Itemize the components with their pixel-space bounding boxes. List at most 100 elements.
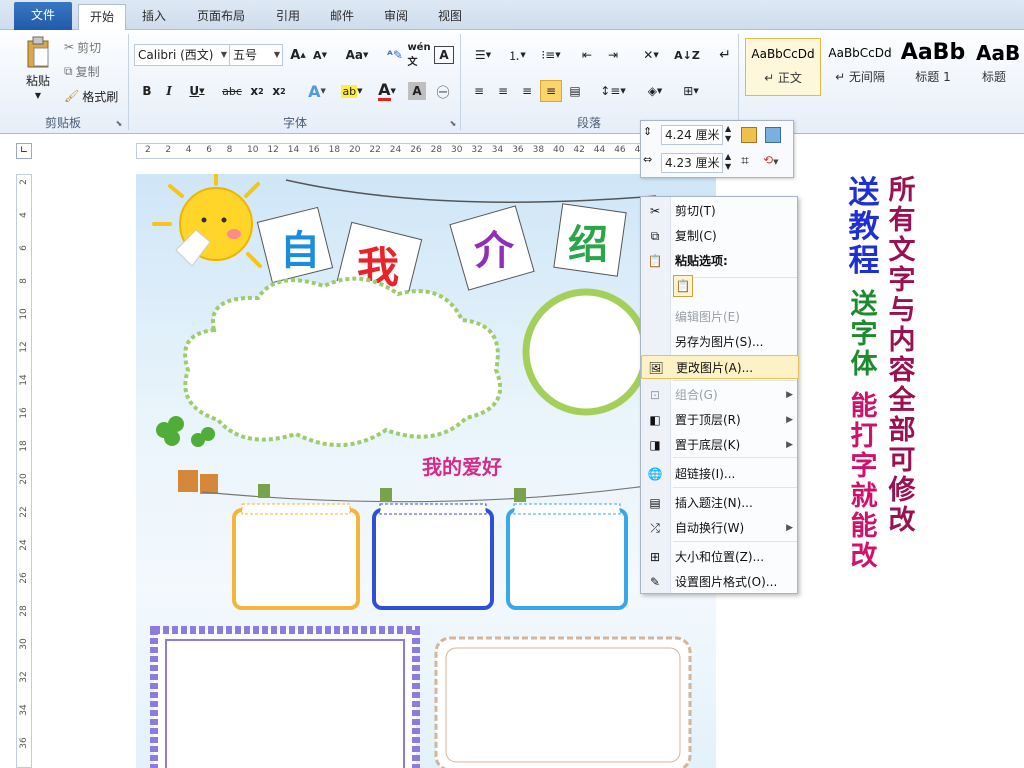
tab-mailings[interactable]: 邮件 xyxy=(322,4,362,30)
paste-icon[interactable] xyxy=(18,34,58,70)
menu-item[interactable]: 🌐 超链接(I)... xyxy=(641,462,799,486)
document-page[interactable]: 自 我 介 绍 我的爱好 xyxy=(136,174,716,768)
change-picture-icon: 🖼 xyxy=(648,361,664,375)
menu-item-label: 另存为图片(S)... xyxy=(675,335,764,349)
phonetic-guide-icon[interactable]: wén 文 xyxy=(407,42,430,68)
format-painter-button[interactable]: 🖌 格式刷 xyxy=(64,87,126,105)
menu-item[interactable]: ◧ 置于顶层(R) ▶ xyxy=(641,408,799,432)
tab-references[interactable]: 引用 xyxy=(268,4,308,30)
subscript-icon[interactable]: x2 xyxy=(248,80,266,102)
width-spinner-icon[interactable]: ▲ ▼ xyxy=(725,152,735,172)
align-left-icon[interactable]: ≡ xyxy=(468,80,490,102)
cut-button[interactable]: ✂ 剪切 xyxy=(64,38,124,56)
promo-font: 送字体 xyxy=(850,289,878,380)
numbering-icon[interactable]: ⒈ ▼ xyxy=(502,44,532,66)
text-effects-icon[interactable]: A ▼ xyxy=(302,80,332,102)
multilevel-list-icon[interactable]: ⁝≡ ▼ xyxy=(536,44,566,66)
character-shading-icon[interactable]: A xyxy=(408,82,426,100)
decrease-indent-icon[interactable]: ⇤ xyxy=(576,44,598,66)
superscript-icon[interactable]: x2 xyxy=(270,80,288,102)
style-title[interactable]: AaB 标题 xyxy=(970,38,1024,96)
tab-insert[interactable]: 插入 xyxy=(134,4,174,30)
bring-forward-icon[interactable] xyxy=(741,127,757,143)
hobby-frame-3 xyxy=(506,488,628,610)
menu-item[interactable]: 另存为图片(S)... xyxy=(641,330,799,354)
increase-indent-icon[interactable]: ⇥ xyxy=(602,44,624,66)
height-field[interactable]: 4.24 厘米 xyxy=(661,125,723,145)
style-no-spacing[interactable]: AaBbCcDd ↵ 无间隔 xyxy=(822,38,898,96)
tab-selector-icon[interactable]: ∟ xyxy=(16,143,32,159)
menu-item[interactable]: ⧉ 复制(C) xyxy=(641,224,799,248)
align-center-icon[interactable]: ≡ xyxy=(492,80,514,102)
tab-home[interactable]: 开始 xyxy=(78,4,126,31)
menu-item[interactable]: ⤮ 自动换行(W) ▶ xyxy=(641,516,799,540)
copy-button[interactable]: ⧉ 复制 xyxy=(64,62,124,80)
highlight-icon[interactable]: ab ▼ xyxy=(336,80,368,102)
menu-item[interactable]: ✎ 设置图片格式(O)... xyxy=(641,570,799,594)
format-picture-icon: ✎ xyxy=(649,575,661,589)
chinese-layout-icon[interactable]: ✕ ▼ xyxy=(636,44,666,66)
height-spinner-icon[interactable]: ▲ ▼ xyxy=(725,124,735,144)
font-color-icon[interactable]: A ▼ xyxy=(372,80,402,102)
italic-icon[interactable]: I xyxy=(160,80,178,102)
menu-item[interactable]: ⊞ 大小和位置(Z)... xyxy=(641,545,799,569)
ruler-tick-label: 34 xyxy=(19,704,29,716)
justify-icon[interactable]: ≡ xyxy=(540,80,562,102)
strikethrough-icon[interactable]: abc xyxy=(220,80,244,102)
distributed-icon[interactable]: ▤ xyxy=(564,80,586,102)
grow-font-icon[interactable]: A ▲ xyxy=(288,44,308,66)
menu-item-label: 剪切(T) xyxy=(675,204,716,218)
send-back-icon: ◨ xyxy=(649,438,661,452)
font-size-combo[interactable]: 五号 ▼ xyxy=(229,44,283,66)
menu-item[interactable]: 📋 粘贴选项: xyxy=(641,249,799,273)
shading-icon[interactable]: ◈ ▼ xyxy=(640,80,670,102)
hobby-title: 我的爱好 xyxy=(422,455,502,479)
crop-icon[interactable]: ⌗ xyxy=(741,153,759,171)
ruler-tick-label: 34 xyxy=(491,145,504,155)
clear-format-icon[interactable]: ᴬ✎ xyxy=(384,44,406,66)
bullets-icon[interactable]: ☰ ▼ xyxy=(468,44,498,66)
menu-item[interactable]: ▤ 插入题注(N)... xyxy=(641,491,799,515)
vertical-ruler[interactable]: 2 4 6 8 10 12 14 16 18 20 22 24 26 28 30 32 34 36 xyxy=(16,174,32,768)
font-launcher-icon[interactable]: ⬊ xyxy=(448,118,458,128)
style-normal[interactable]: AaBbCcDd ↵ 正文 xyxy=(745,38,821,96)
tab-file[interactable]: 文件 xyxy=(14,2,72,30)
menu-item-label: 粘贴选项: xyxy=(675,254,728,268)
page-artwork: 自 我 介 绍 我的爱好 xyxy=(150,174,692,768)
promo-editable: 能打字就能改 xyxy=(850,391,878,572)
sort-icon[interactable]: A↓Z xyxy=(674,44,700,66)
enclose-character-icon[interactable]: ㊀ xyxy=(432,80,454,102)
shrink-font-icon[interactable]: A ▼ xyxy=(310,44,330,66)
style-preview: AaBbCcDd xyxy=(828,46,892,60)
align-right-icon[interactable]: ≡ xyxy=(516,80,538,102)
paste-keep-format-icon[interactable]: 📋 xyxy=(673,275,693,297)
style-heading1[interactable]: AaBb 标题 1 xyxy=(898,38,968,96)
change-case-icon[interactable]: Aa ▼ xyxy=(342,44,372,66)
show-marks-icon[interactable]: ↵ xyxy=(714,44,736,66)
ruler-tick-label: 2 xyxy=(145,145,151,155)
width-field[interactable]: 4.23 厘米 xyxy=(661,153,723,173)
send-backward-icon[interactable] xyxy=(765,127,781,143)
borders-icon[interactable]: ⊞ ▼ xyxy=(676,80,706,102)
character-border-icon[interactable]: A xyxy=(434,46,454,64)
horizontal-ruler[interactable]: 2 2 4 6 8 10 12 14 16 18 20 22 24 26 28 30 32 34 36 38 40 42 4… xyxy=(136,143,704,159)
menu-item[interactable]: ✂ 剪切(T) xyxy=(641,199,799,223)
tab-review[interactable]: 审阅 xyxy=(376,4,416,30)
bold-icon[interactable]: B xyxy=(138,80,156,102)
cloud-frame xyxy=(183,276,503,447)
underline-icon[interactable]: U ▼ xyxy=(182,80,212,102)
tab-page-layout[interactable]: 页面布局 xyxy=(186,4,256,30)
paste-button[interactable]: 粘贴 xyxy=(18,72,58,88)
title-card-4: 绍 xyxy=(553,203,627,277)
menu-item[interactable]: 🖼 更改图片(A)... xyxy=(641,355,799,379)
clipboard-launcher-icon[interactable]: ⬊ xyxy=(114,118,124,128)
line-spacing-icon[interactable]: ↕≡ ▼ xyxy=(598,80,628,102)
menu-item[interactable]: ◨ 置于底层(K) ▶ xyxy=(641,433,799,457)
paste-dropdown-icon[interactable]: ▼ xyxy=(30,90,46,100)
sun-illustration xyxy=(152,174,276,268)
font-name-combo[interactable]: Calibri (西文) ▼ xyxy=(134,44,230,66)
tab-view[interactable]: 视图 xyxy=(430,4,470,30)
ruler-tick-label: 4 xyxy=(185,145,192,155)
promo-tutorial: 送教程 xyxy=(848,175,880,279)
rotate-icon[interactable]: ⟲▼ xyxy=(763,153,791,171)
